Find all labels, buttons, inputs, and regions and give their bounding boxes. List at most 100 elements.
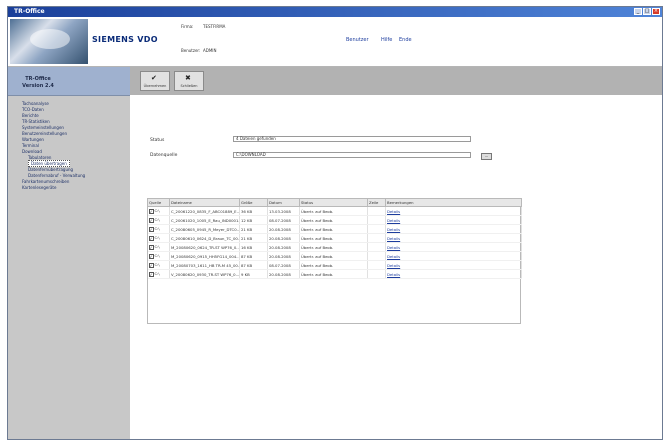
window-titlebar[interactable]: TR-Office _ □ ×: [8, 7, 662, 17]
cell-date: 13.03.2008: [267, 206, 300, 216]
files-table: Quelle Dateiname Größe Datum Status Zeil…: [147, 198, 522, 279]
cell-file: C_20080610_0624_D_Braun_TC_00...: [169, 233, 240, 243]
cell-status: Übertr. auf Beob.: [299, 215, 368, 225]
cell-link: Details: [385, 233, 522, 243]
col-header-line[interactable]: Zeile: [367, 198, 386, 207]
table-row[interactable]: ✓ C:\ M_20080620_0915_HH5FG14_004... 87 KB 2…: [147, 251, 522, 261]
cell-file: V_20080620_0930_TR-ST WP76_0...: [169, 269, 240, 279]
table-header-row: Quelle Dateiname Größe Datum Status Zeil…: [147, 198, 522, 207]
minimize-button[interactable]: _: [634, 8, 642, 15]
cell-date: 08.07.2008: [267, 260, 300, 270]
sidebar-item[interactable]: Kartenlesegeräte: [12, 185, 85, 191]
details-link[interactable]: Details: [387, 236, 400, 241]
cell-date: 08.07.2008: [267, 215, 300, 225]
table-row[interactable]: ✓ C:\ C_20080610_0624_D_Braun_TC_00... 21 K…: [147, 233, 522, 243]
apply-button[interactable]: ✔ Übernehmen: [140, 71, 170, 91]
maximize-button[interactable]: □: [643, 8, 651, 15]
details-link[interactable]: Details: [387, 272, 400, 277]
sidebar-item-label: Fahrkartenumschreiben: [22, 179, 70, 184]
table-row[interactable]: ✓ C:\ M_20080703_1611_HB TR-M 45_00... 87 K…: [147, 260, 522, 270]
cell-src: ✓ C:\: [147, 224, 170, 234]
cell-size: 36 KB: [239, 206, 268, 216]
row-checkbox[interactable]: ✓: [148, 208, 154, 214]
details-link[interactable]: Details: [387, 209, 400, 214]
siemens-vdo-logo: SIEMENS VDO: [92, 35, 158, 44]
cell-link: Details: [385, 224, 522, 234]
header-link-ende[interactable]: Ende: [399, 37, 412, 43]
cell-status: Übertr. auf Beob.: [299, 233, 368, 243]
row-checkbox[interactable]: ✓: [148, 253, 154, 259]
cell-source-text: C:\: [154, 226, 160, 232]
row-checkbox[interactable]: ✓: [148, 271, 154, 277]
cell-src: ✓ C:\: [147, 233, 170, 243]
col-header-filename[interactable]: Dateiname: [169, 198, 240, 207]
cell-src: ✓ C:\: [147, 206, 170, 216]
details-link[interactable]: Details: [387, 254, 400, 259]
cell-source-text: C:\: [154, 235, 160, 241]
header-link-benutzer[interactable]: Benutzer: [346, 37, 369, 43]
col-header-date[interactable]: Datum: [267, 198, 300, 207]
cell-line: [367, 215, 386, 225]
close-button-label: Schließen: [180, 84, 198, 88]
cell-link: Details: [385, 206, 522, 216]
close-window-button[interactable]: ×: [652, 8, 660, 15]
cell-date: 20.08.2008: [267, 242, 300, 252]
cell-size: 87 KB: [239, 260, 268, 270]
cell-link: Details: [385, 251, 522, 261]
sidebar-item-label: Datenfernabruf - Verwaltung: [28, 173, 86, 178]
col-header-remarks[interactable]: Bemerkungen: [385, 198, 522, 207]
header-link-hilfe[interactable]: Hilfe: [381, 37, 392, 43]
cell-file: C_20080605_0945_R_Meyer_DTC0...: [169, 224, 240, 234]
cell-source-text: C:\: [154, 217, 160, 223]
cell-size: 12 KB: [239, 215, 268, 225]
col-header-status[interactable]: Status: [299, 198, 368, 207]
cell-link: Details: [385, 215, 522, 225]
row-checkbox[interactable]: ✓: [148, 262, 154, 268]
close-button[interactable]: ✖ Schließen: [174, 71, 204, 91]
nav-tree: Tachoanalyse TCO-Daten Berichte TR-Statisti…: [12, 101, 85, 191]
source-path-field[interactable]: C:\DOWNLOAD: [233, 152, 471, 158]
table-row[interactable]: ✓ C:\ C_20080605_0945_R_Meyer_DTC0... 21 KB…: [147, 224, 522, 234]
cell-src: ✓ C:\: [147, 269, 170, 279]
cell-source-text: C:\: [154, 262, 160, 268]
row-checkbox[interactable]: ✓: [148, 226, 154, 232]
cell-status: Übertr. auf Beob.: [299, 251, 368, 261]
sidebar-item-label: Benutzereinstellungen: [22, 131, 68, 136]
table-row[interactable]: ✓ C:\ V_20080620_0930_TR-ST WP76_0... 9 KB 2…: [147, 269, 522, 279]
cell-size: 87 KB: [239, 251, 268, 261]
row-checkbox[interactable]: ✓: [148, 217, 154, 223]
cell-line: [367, 224, 386, 234]
cell-source-text: C:\: [154, 244, 160, 250]
check-icon: ✔: [151, 74, 157, 82]
product-name: TR-Office: [25, 76, 51, 82]
table-row[interactable]: ✓ C:\ C_20061020_1005_E_Rau_IND0001... 12 K…: [147, 215, 522, 225]
table-row[interactable]: ✓ C:\ C_20061220_0835_F_ABC01889_E... 36 KB…: [147, 206, 522, 216]
cell-file: M_20080620_0624_TR-ST WP76_0...: [169, 242, 240, 252]
sidebar-item-label: Systemeinstellungen: [22, 125, 64, 130]
cell-date: 20.08.2008: [267, 224, 300, 234]
user-label: Benutzer:: [181, 48, 201, 53]
col-header-size[interactable]: Größe: [239, 198, 268, 207]
source-label: Datenquelle: [150, 153, 178, 158]
cell-src: ✓ C:\: [147, 260, 170, 270]
cell-date: 20.08.2008: [267, 233, 300, 243]
cell-status: Übertr. auf Beob.: [299, 224, 368, 234]
cell-line: [367, 206, 386, 216]
window-controls: _ □ ×: [634, 8, 660, 15]
browse-button[interactable]: ...: [481, 153, 492, 160]
sidebar-item-label: TR-Statistiken: [22, 119, 50, 124]
row-checkbox[interactable]: ✓: [148, 244, 154, 250]
sidebar-item-label: Download: [22, 149, 42, 154]
details-link[interactable]: Details: [387, 227, 400, 232]
details-link[interactable]: Details: [387, 218, 400, 223]
status-field[interactable]: 4 Dateien gefunden: [233, 136, 471, 142]
toolbar: ✔ Übernehmen ✖ Schließen: [130, 67, 662, 95]
details-link[interactable]: Details: [387, 263, 400, 268]
col-header-source[interactable]: Quelle: [147, 198, 170, 207]
details-link[interactable]: Details: [387, 245, 400, 250]
cell-date: 20.08.2008: [267, 269, 300, 279]
row-checkbox[interactable]: ✓: [148, 235, 154, 241]
cell-status: Übertr. auf Beob.: [299, 269, 368, 279]
apply-button-label: Übernehmen: [143, 84, 167, 88]
table-row[interactable]: ✓ C:\ M_20080620_0624_TR-ST WP76_0... 16 KB…: [147, 242, 522, 252]
